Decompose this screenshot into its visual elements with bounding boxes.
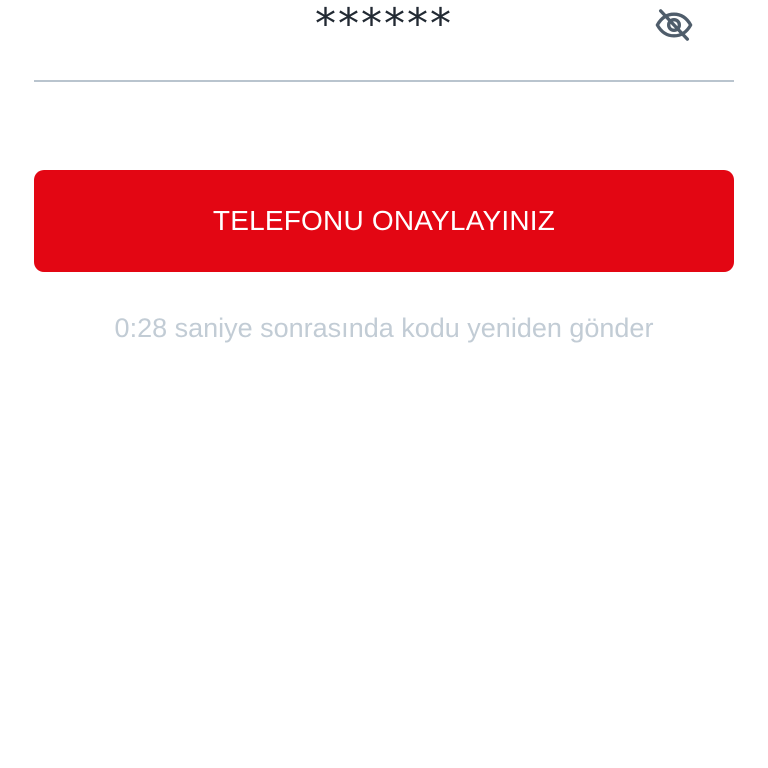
- resend-code-countdown: 0:28 saniye sonrasında kodu yeniden gönd…: [114, 313, 654, 343]
- confirm-phone-button[interactable]: TELEFONU ONAYLAYINIZ: [34, 170, 734, 272]
- field-underline: [34, 80, 734, 82]
- verification-screen: ****** TELEFONU ONAYLAYINIZ 0:28 saniye …: [0, 0, 768, 768]
- eye-off-icon[interactable]: [651, 4, 697, 46]
- verification-code-value[interactable]: ******: [34, 2, 734, 46]
- verification-code-field[interactable]: ******: [34, 0, 734, 82]
